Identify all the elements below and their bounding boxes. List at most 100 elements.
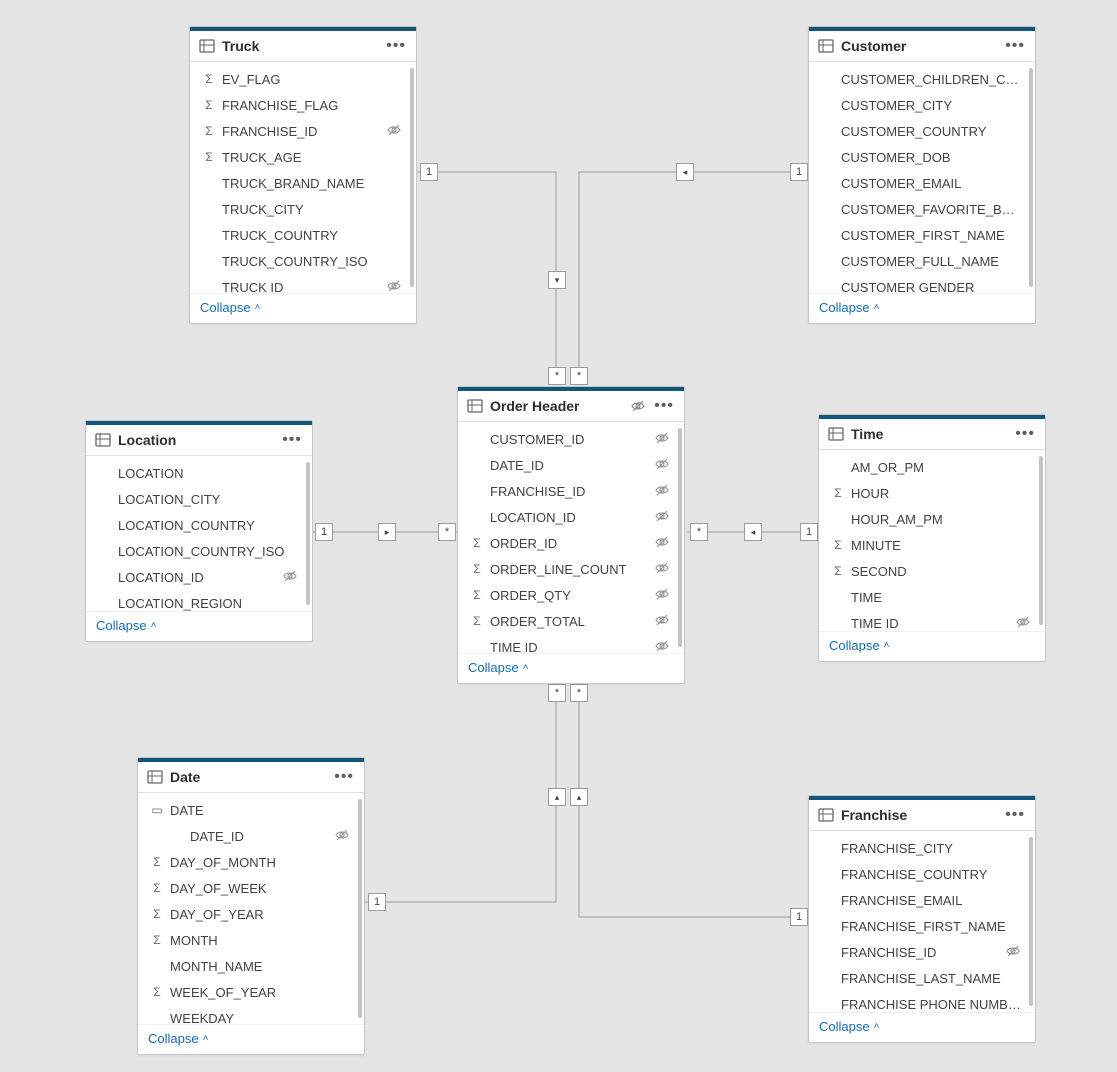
field-row[interactable]: FRANCHISE_LAST_NAME <box>809 965 1035 991</box>
field-row[interactable]: TRUCK_BRAND_NAME <box>190 170 416 196</box>
field-row[interactable]: CUSTOMER_EMAIL <box>809 170 1035 196</box>
field-list[interactable]: ΣEV_FLAGΣFRANCHISE_FLAGΣFRANCHISE_IDΣTRU… <box>190 62 416 293</box>
table-card-date[interactable]: Date ••• ▭DATEDATE_IDΣDAY_OF_MONTHΣDAY_O… <box>137 757 365 1055</box>
field-row[interactable]: TRUCK_CITY <box>190 196 416 222</box>
field-row[interactable]: FRANCHISE_ID <box>809 939 1035 965</box>
field-row[interactable]: ΣDAY_OF_YEAR <box>138 901 364 927</box>
table-card-location[interactable]: Location ••• LOCATIONLOCATION_CITYLOCATI… <box>85 420 313 642</box>
field-row[interactable]: ΣHOUR <box>819 480 1045 506</box>
field-row[interactable]: ΣORDER_ID <box>458 530 684 556</box>
more-options-icon[interactable]: ••• <box>1005 812 1025 818</box>
field-row[interactable]: ΣMINUTE <box>819 532 1045 558</box>
field-row[interactable]: ΣTRUCK_AGE <box>190 144 416 170</box>
cardinality-one: 1 <box>315 523 333 541</box>
sigma-icon: Σ <box>468 562 486 576</box>
collapse-button[interactable]: Collapse ˄ <box>200 300 260 315</box>
field-name: ORDER_ID <box>486 536 654 551</box>
field-row[interactable]: LOCATION_CITY <box>86 486 312 512</box>
field-row[interactable]: ΣORDER_TOTAL <box>458 608 684 634</box>
field-row[interactable]: ΣMONTH <box>138 927 364 953</box>
more-options-icon[interactable]: ••• <box>334 774 354 780</box>
field-row[interactable]: HOUR_AM_PM <box>819 506 1045 532</box>
field-row[interactable]: DATE_ID <box>138 823 364 849</box>
field-row[interactable]: TIME <box>819 584 1045 610</box>
field-row[interactable]: WEEKDAY <box>138 1005 364 1024</box>
field-row[interactable]: CUSTOMER_CITY <box>809 92 1035 118</box>
field-row[interactable]: LOCATION <box>86 460 312 486</box>
table-card-franchise[interactable]: Franchise ••• FRANCHISE_CITYFRANCHISE_CO… <box>808 795 1036 1043</box>
card-header[interactable]: Truck ••• <box>190 31 416 62</box>
field-row[interactable]: LOCATION_COUNTRY_ISO <box>86 538 312 564</box>
field-row[interactable]: ΣORDER_QTY <box>458 582 684 608</box>
field-row[interactable]: CUSTOMER GENDER <box>809 274 1035 293</box>
field-list[interactable]: ▭DATEDATE_IDΣDAY_OF_MONTHΣDAY_OF_WEEKΣDA… <box>138 793 364 1024</box>
field-row[interactable]: ΣEV_FLAG <box>190 66 416 92</box>
card-header[interactable]: Customer ••• <box>809 31 1035 62</box>
field-row[interactable]: LOCATION_COUNTRY <box>86 512 312 538</box>
field-row[interactable]: TIME ID <box>458 634 684 653</box>
field-row[interactable]: ΣORDER_LINE_COUNT <box>458 556 684 582</box>
field-row[interactable]: CUSTOMER_FULL_NAME <box>809 248 1035 274</box>
card-header[interactable]: Order Header ••• <box>458 391 684 422</box>
collapse-button[interactable]: Collapse ˄ <box>819 1019 879 1034</box>
field-row[interactable]: ΣSECOND <box>819 558 1045 584</box>
field-row[interactable]: DATE_ID <box>458 452 684 478</box>
field-row[interactable]: ΣFRANCHISE_ID <box>190 118 416 144</box>
collapse-button[interactable]: Collapse ˄ <box>148 1031 208 1046</box>
field-row[interactable]: FRANCHISE_ID <box>458 478 684 504</box>
field-row[interactable]: TRUCK_COUNTRY <box>190 222 416 248</box>
table-card-truck[interactable]: Truck ••• ΣEV_FLAGΣFRANCHISE_FLAGΣFRANCH… <box>189 26 417 324</box>
field-row[interactable]: LOCATION_ID <box>86 564 312 590</box>
model-canvas[interactable]: 1 ▾ * 1 ◂ * 1 ▸ * * ◂ 1 1 ▴ * 1 ▴ * Truc… <box>0 0 1117 1072</box>
field-row[interactable]: TRUCK_COUNTRY_ISO <box>190 248 416 274</box>
card-header[interactable]: Location ••• <box>86 425 312 456</box>
field-list[interactable]: CUSTOMER_CHILDREN_COUNTCUSTOMER_CITYCUST… <box>809 62 1035 293</box>
more-options-icon[interactable]: ••• <box>386 43 406 49</box>
field-row[interactable]: ▭DATE <box>138 797 364 823</box>
table-card-customer[interactable]: Customer ••• CUSTOMER_CHILDREN_COUNTCUST… <box>808 26 1036 324</box>
field-row[interactable]: LOCATION_ID <box>458 504 684 530</box>
field-row[interactable]: CUSTOMER_CHILDREN_COUNT <box>809 66 1035 92</box>
card-header[interactable]: Date ••• <box>138 762 364 793</box>
more-options-icon[interactable]: ••• <box>1015 431 1035 437</box>
collapse-button[interactable]: Collapse ˄ <box>819 300 879 315</box>
field-row[interactable]: AM_OR_PM <box>819 454 1045 480</box>
field-list[interactable]: FRANCHISE_CITYFRANCHISE_COUNTRYFRANCHISE… <box>809 831 1035 1012</box>
table-card-order-header[interactable]: Order Header ••• CUSTOMER_IDDATE_IDFRANC… <box>457 386 685 684</box>
collapse-button[interactable]: Collapse ˄ <box>96 618 156 633</box>
cardinality-many: * <box>690 523 708 541</box>
field-row[interactable]: CUSTOMER_COUNTRY <box>809 118 1035 144</box>
table-title: Time <box>851 426 883 442</box>
field-row[interactable]: FRANCHISE_FIRST_NAME <box>809 913 1035 939</box>
field-row[interactable]: CUSTOMER_ID <box>458 426 684 452</box>
field-row[interactable]: TRUCK ID <box>190 274 416 293</box>
field-row[interactable]: ΣFRANCHISE_FLAG <box>190 92 416 118</box>
field-row[interactable]: FRANCHISE_COUNTRY <box>809 861 1035 887</box>
field-row[interactable]: CUSTOMER_FIRST_NAME <box>809 222 1035 248</box>
field-row[interactable]: CUSTOMER_FAVORITE_BAND <box>809 196 1035 222</box>
field-row[interactable]: LOCATION_REGION <box>86 590 312 611</box>
field-name: LOCATION_COUNTRY <box>114 518 298 533</box>
more-options-icon[interactable]: ••• <box>1005 43 1025 49</box>
card-header[interactable]: Franchise ••• <box>809 800 1035 831</box>
field-row[interactable]: TIME ID <box>819 610 1045 631</box>
more-options-icon[interactable]: ••• <box>282 437 302 443</box>
table-card-time[interactable]: Time ••• AM_OR_PMΣHOUR HOUR_AM_PM ΣMINUTEΣ… <box>818 414 1046 662</box>
field-row[interactable]: ΣDAY_OF_MONTH <box>138 849 364 875</box>
card-header[interactable]: Time ••• <box>819 419 1045 450</box>
field-list[interactable]: CUSTOMER_IDDATE_IDFRANCHISE_IDLOCATION_I… <box>458 422 684 653</box>
hidden-eye-icon <box>654 482 670 501</box>
field-row[interactable]: CUSTOMER_DOB <box>809 144 1035 170</box>
field-list[interactable]: AM_OR_PMΣHOURHOUR_AM_PMΣMINUTEΣSECONDTIM… <box>819 450 1045 631</box>
collapse-button[interactable]: Collapse ˄ <box>468 660 528 675</box>
field-row[interactable]: FRANCHISE_EMAIL <box>809 887 1035 913</box>
field-row[interactable]: MONTH_NAME <box>138 953 364 979</box>
field-row[interactable]: ΣDAY_OF_WEEK <box>138 875 364 901</box>
field-list[interactable]: LOCATIONLOCATION_CITY LOCATION_COUNTRY LOC… <box>86 456 312 611</box>
more-options-icon[interactable]: ••• <box>654 403 674 409</box>
field-name: HOUR_AM_PM <box>847 512 1031 527</box>
collapse-button[interactable]: Collapse ˄ <box>829 638 889 653</box>
field-row[interactable]: FRANCHISE PHONE NUMBER <box>809 991 1035 1012</box>
field-row[interactable]: FRANCHISE_CITY <box>809 835 1035 861</box>
field-row[interactable]: ΣWEEK_OF_YEAR <box>138 979 364 1005</box>
